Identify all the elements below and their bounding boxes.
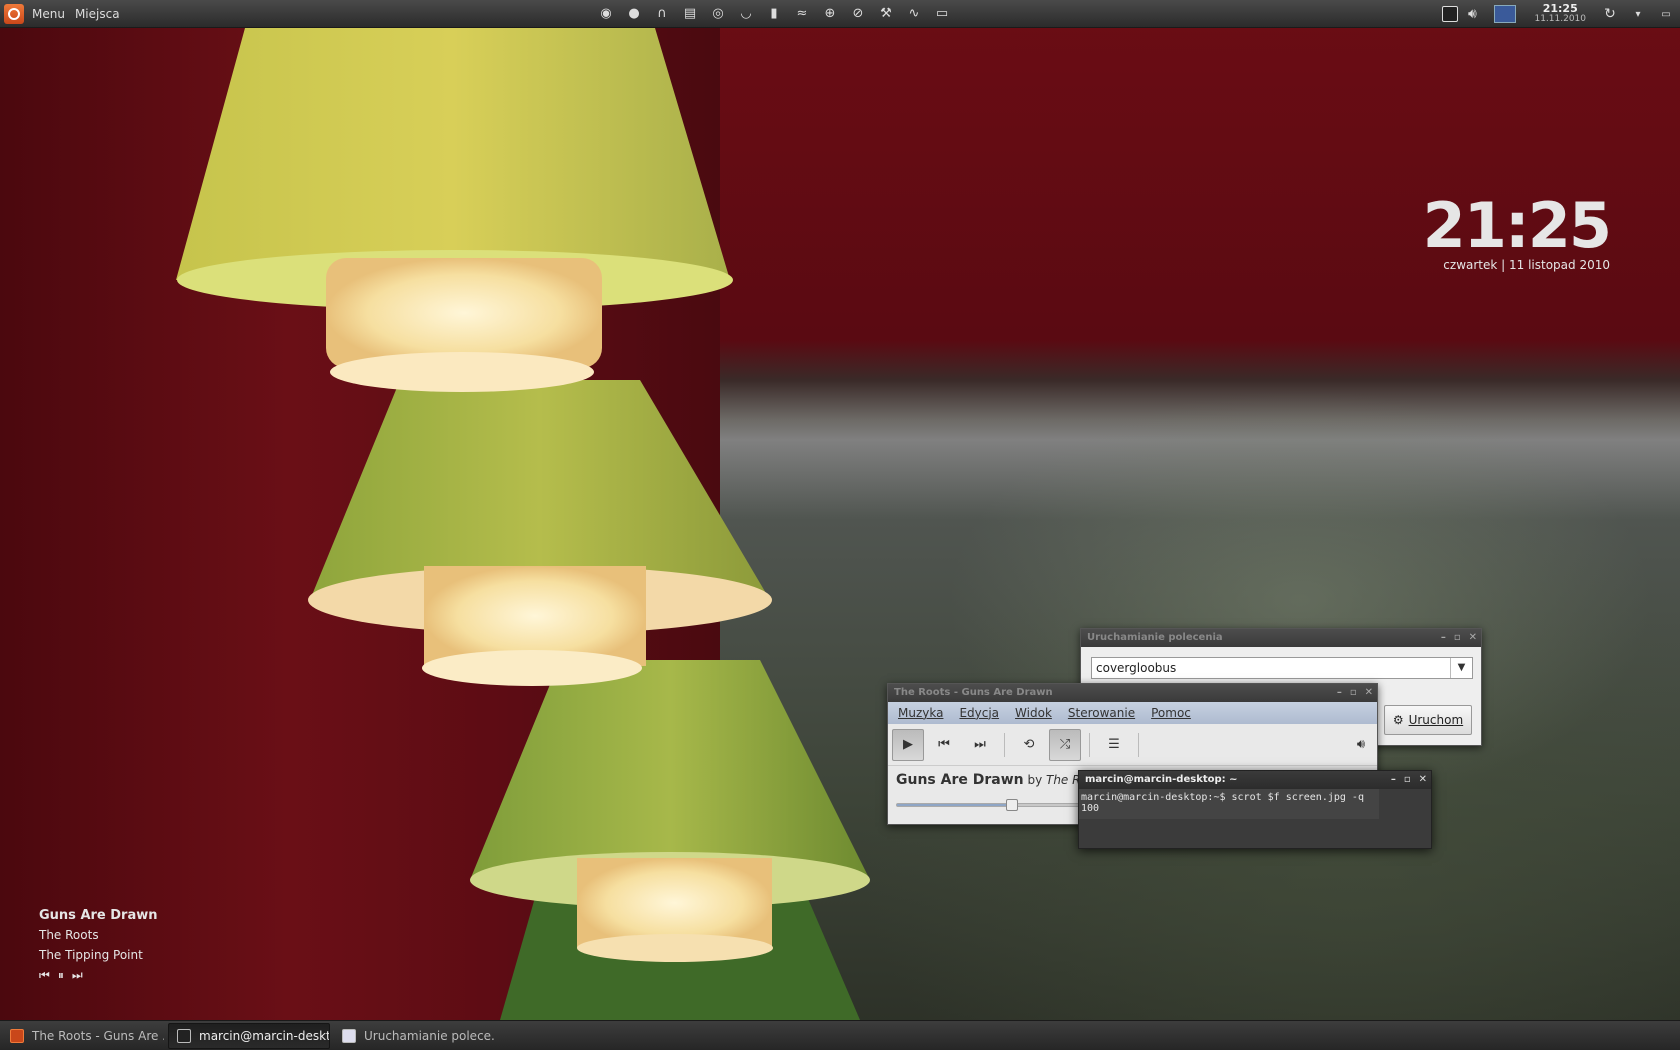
menu-widok[interactable]: Widok bbox=[1015, 706, 1052, 720]
menu-muzyka[interactable]: Muzyka bbox=[898, 706, 943, 720]
taskbar-item-terminal[interactable]: marcin@marcin-deskt... bbox=[168, 1022, 330, 1049]
pause-icon[interactable]: ⏸ bbox=[58, 968, 64, 983]
previous-icon: ⏮ bbox=[938, 737, 950, 752]
indicator-icon[interactable] bbox=[1442, 6, 1459, 22]
menu-button[interactable]: Menu bbox=[32, 7, 65, 21]
now-playing-album: The Tipping Point bbox=[39, 948, 143, 962]
play-button[interactable]: ▶ bbox=[892, 728, 924, 761]
close-icon[interactable]: ✕ bbox=[1365, 684, 1373, 702]
song-title: Guns Are Drawn bbox=[896, 772, 1024, 788]
weather-icon[interactable]: ≈ bbox=[792, 4, 812, 24]
disc-icon[interactable]: ◎ bbox=[708, 4, 728, 24]
taskbar-item-run-dialog[interactable]: Uruchamianie polece... bbox=[334, 1023, 496, 1049]
taskbar-item-player[interactable]: The Roots - Guns Are ... bbox=[2, 1023, 164, 1049]
user-icon[interactable]: ▾ bbox=[1627, 9, 1649, 20]
player-toolbar: ▶ ⏮ ⏭ ⟲ ⤮ ☰ 🔊︎ bbox=[888, 724, 1377, 766]
cd-icon[interactable]: ⊘ bbox=[848, 4, 868, 24]
taskbar-item-label: Uruchamianie polece... bbox=[364, 1028, 496, 1043]
show-desktop-icon[interactable]: ▭ bbox=[1655, 9, 1677, 20]
taskbar-item-label: marcin@marcin-deskt... bbox=[199, 1028, 330, 1043]
workspace-switcher[interactable] bbox=[1494, 5, 1517, 23]
maximize-icon[interactable]: ▫ bbox=[1454, 629, 1461, 647]
firefox-icon[interactable]: ◉ bbox=[596, 4, 616, 24]
desktop-clock-date: czwartek | 11 listopad 2010 bbox=[1443, 258, 1610, 272]
command-combobox[interactable]: covergloobus ▼ bbox=[1091, 657, 1473, 679]
next-icon: ⏭ bbox=[974, 737, 986, 752]
minimize-icon[interactable]: – bbox=[1391, 771, 1396, 789]
terminal-output[interactable]: marcin@marcin-desktop:~$ scrot $f screen… bbox=[1079, 789, 1379, 819]
playlist-button[interactable]: ☰ bbox=[1098, 729, 1130, 761]
shuffle-button[interactable]: ⤮ bbox=[1049, 728, 1081, 761]
window-app-icon bbox=[342, 1028, 356, 1043]
places-menu-button[interactable]: Miejsca bbox=[75, 7, 120, 21]
playlist-icon: ☰ bbox=[1108, 737, 1120, 752]
terminal-line: marcin@marcin-desktop:~$ scrot $f screen… bbox=[1081, 792, 1364, 814]
now-playing-widget: Guns Are Drawn The Roots The Tipping Poi… bbox=[39, 908, 158, 983]
panel-clock[interactable]: 21:25 11.11.2010 bbox=[1534, 2, 1586, 24]
run-dialog-title: Uruchamianie polecenia bbox=[1087, 632, 1223, 643]
menu-sterowanie[interactable]: Sterowanie bbox=[1068, 706, 1135, 720]
taskbar-item-label: The Roots - Guns Are ... bbox=[32, 1028, 164, 1043]
volume-icon: 🔊︎ bbox=[1356, 737, 1366, 752]
chat-icon[interactable]: ● bbox=[624, 4, 644, 24]
bottom-panel: The Roots - Guns Are ... marcin@marcin-d… bbox=[0, 1020, 1680, 1050]
seek-slider[interactable] bbox=[896, 799, 1096, 811]
system-tray: 🔊︎ 21:25 11.11.2010 ↻ ▾ ▭ bbox=[1442, 0, 1680, 28]
by-label: by bbox=[1027, 773, 1043, 787]
tea-icon[interactable]: ◡ bbox=[736, 4, 756, 24]
minimize-icon[interactable]: – bbox=[1441, 629, 1446, 647]
panel-clock-time: 21:25 bbox=[1542, 2, 1578, 15]
player-menubar: Muzyka Edycja Widok Sterowanie Pomoc bbox=[888, 702, 1377, 724]
chevron-down-icon[interactable]: ▼ bbox=[1450, 658, 1472, 678]
song-info: Guns Are Drawn by The Roots bbox=[896, 772, 1106, 788]
desktop-wallpaper bbox=[0, 0, 1680, 1050]
previous-button[interactable]: ⏮ bbox=[928, 729, 960, 761]
menu-edycja[interactable]: Edycja bbox=[959, 706, 999, 720]
play-icon: ▶ bbox=[903, 737, 913, 752]
now-playing-title: Guns Are Drawn bbox=[39, 908, 158, 923]
video-icon[interactable]: ▤ bbox=[680, 4, 700, 24]
terminal-app-icon bbox=[177, 1028, 191, 1043]
headphones-icon[interactable]: ∩ bbox=[652, 4, 672, 24]
volume-icon[interactable]: 🔊︎ bbox=[1461, 6, 1483, 22]
previous-track-icon[interactable]: ⏮ bbox=[39, 968, 50, 983]
repeat-icon: ⟲ bbox=[1023, 737, 1035, 752]
minimize-icon[interactable]: – bbox=[1337, 684, 1342, 702]
panel-clock-date: 11.11.2010 bbox=[1534, 14, 1586, 24]
wrench-icon[interactable]: ⚒ bbox=[876, 4, 896, 24]
command-input[interactable]: covergloobus bbox=[1092, 658, 1450, 678]
shuffle-icon: ⤮ bbox=[1059, 737, 1071, 752]
player-title: The Roots - Guns Are Drawn bbox=[894, 687, 1053, 698]
run-button[interactable]: ⚙ Uruchom bbox=[1384, 705, 1472, 735]
close-icon[interactable]: ✕ bbox=[1469, 629, 1477, 647]
maximize-icon[interactable]: ▫ bbox=[1350, 684, 1357, 702]
player-app-icon bbox=[10, 1028, 24, 1043]
desktop-clock-widget: 21:25 czwartek | 11 listopad 2010 bbox=[1422, 189, 1612, 273]
next-button[interactable]: ⏭ bbox=[964, 729, 996, 761]
ubuntu-logo-icon[interactable] bbox=[4, 3, 24, 24]
terminal-title: marcin@marcin-desktop: ~ bbox=[1085, 774, 1238, 785]
gear-icon: ⚙ bbox=[1392, 713, 1404, 727]
window-icon[interactable]: ▭ bbox=[932, 4, 952, 24]
repeat-button[interactable]: ⟲ bbox=[1013, 729, 1045, 761]
menu-pomoc[interactable]: Pomoc bbox=[1151, 706, 1191, 720]
notes-icon[interactable]: ▮ bbox=[764, 4, 784, 24]
shutdown-icon[interactable]: ↻ bbox=[1599, 6, 1621, 22]
run-dialog-titlebar[interactable]: Uruchamianie polecenia – ▫ ✕ bbox=[1081, 629, 1481, 647]
seek-handle[interactable] bbox=[1005, 799, 1018, 811]
terminal-titlebar[interactable]: marcin@marcin-desktop: ~ – ▫ ✕ bbox=[1079, 771, 1431, 789]
volume-button[interactable]: 🔊︎ bbox=[1345, 729, 1377, 761]
top-panel: Menu Miejsca ◉ ● ∩ ▤ ◎ ◡ ▮ ≈ ⊕ ⊘ ⚒ ∿ ▭ 🔊… bbox=[0, 0, 1680, 28]
close-icon[interactable]: ✕ bbox=[1419, 771, 1427, 789]
now-playing-artist: The Roots bbox=[39, 928, 99, 942]
maximize-icon[interactable]: ▫ bbox=[1404, 771, 1411, 789]
globe-icon[interactable]: ⊕ bbox=[820, 4, 840, 24]
monitor-icon[interactable]: ∿ bbox=[904, 4, 924, 24]
launcher-bar: ◉ ● ∩ ▤ ◎ ◡ ▮ ≈ ⊕ ⊘ ⚒ ∿ ▭ bbox=[596, 4, 952, 24]
player-titlebar[interactable]: The Roots - Guns Are Drawn – ▫ ✕ bbox=[888, 684, 1377, 702]
terminal-window: marcin@marcin-desktop: ~ – ▫ ✕ marcin@ma… bbox=[1078, 770, 1432, 849]
desktop-clock-time: 21:25 bbox=[1422, 189, 1612, 262]
run-button-label: Uruchom bbox=[1408, 713, 1464, 727]
next-track-icon[interactable]: ⏭ bbox=[72, 968, 83, 983]
